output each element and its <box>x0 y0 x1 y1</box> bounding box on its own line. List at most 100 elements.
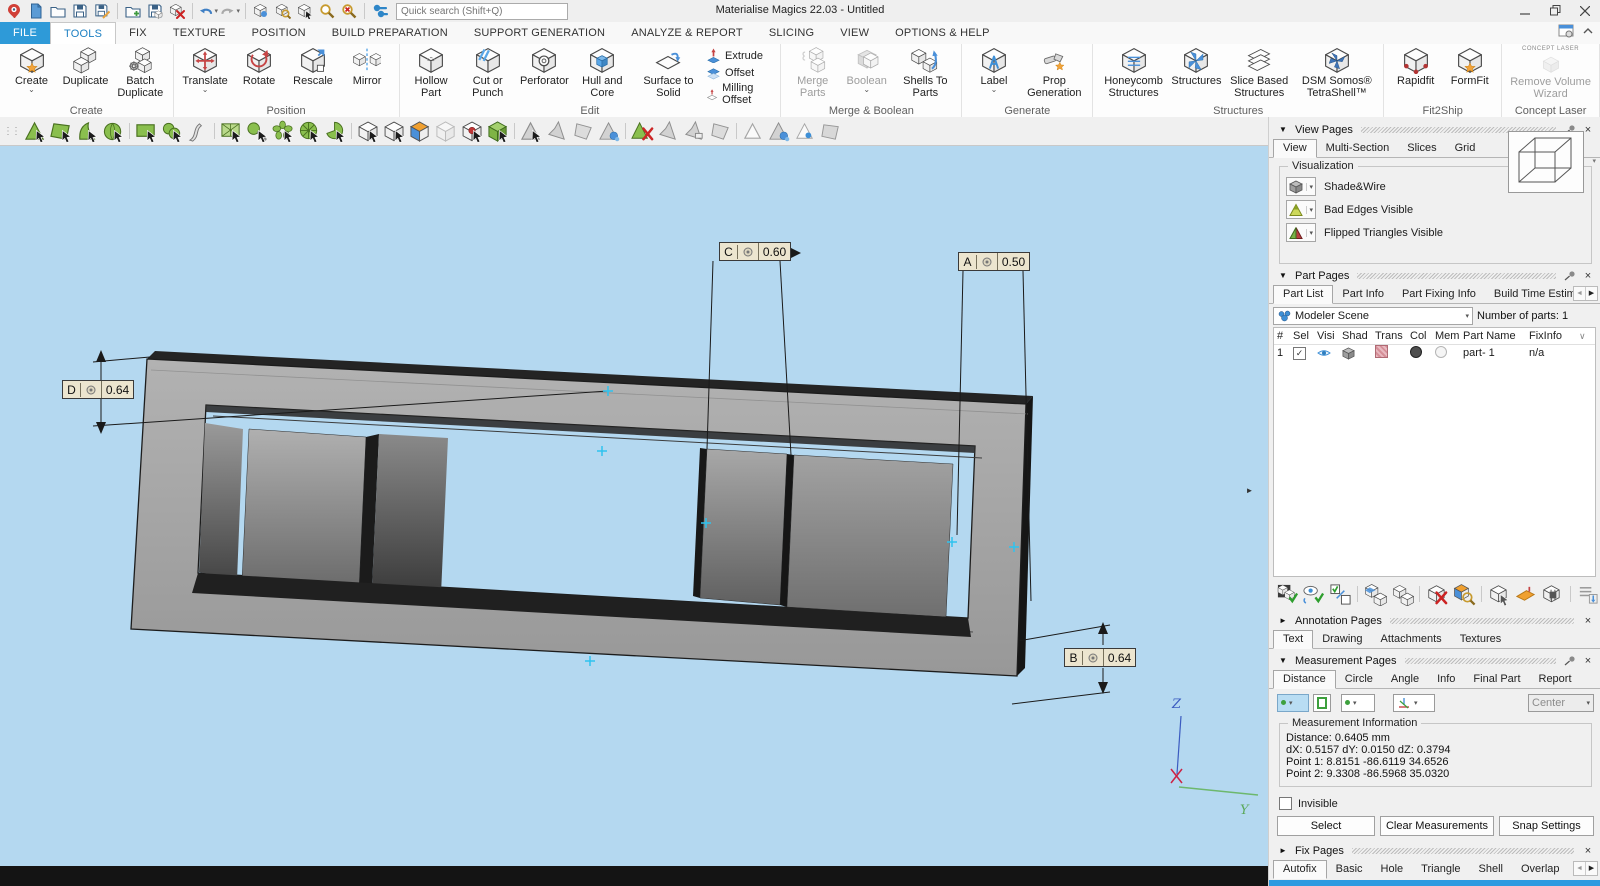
select-button[interactable]: Select <box>1277 816 1375 836</box>
visible-eye-icon[interactable] <box>1317 348 1342 358</box>
blue-marked-triangles-icon[interactable] <box>766 118 792 144</box>
dimension-label-b[interactable]: B 0.64 <box>1064 648 1136 667</box>
redo-icon[interactable]: ▾ <box>220 2 240 20</box>
invert-visibility-icon[interactable] <box>1301 582 1325 606</box>
tab-triangle[interactable]: Triangle <box>1412 861 1469 878</box>
window-mark-icon[interactable] <box>218 118 244 144</box>
tab-hole[interactable]: Hole <box>1372 861 1413 878</box>
milling-offset-button[interactable]: Milling Offset <box>706 82 773 106</box>
tab-slices[interactable]: Slices <box>1398 140 1445 157</box>
tab-info[interactable]: Info <box>1428 671 1464 688</box>
select-checkbox[interactable]: ✓ <box>1293 347 1306 360</box>
view-part-icon[interactable] <box>295 2 315 20</box>
tab-scroll-left-icon[interactable]: ◄ <box>1574 287 1586 300</box>
minimize-button[interactable] <box>1510 0 1540 21</box>
menu-position[interactable]: POSITION <box>239 22 319 44</box>
tab-drawing[interactable]: Drawing <box>1313 631 1371 648</box>
viewport-3d[interactable]: Z Y C 0.60 A 0.50 D 0.64 B <box>0 146 1268 866</box>
close-panel-icon[interactable]: × <box>1582 845 1594 857</box>
gray-quad-icon[interactable] <box>818 118 844 144</box>
snap-settings-button[interactable]: Snap Settings <box>1499 816 1594 836</box>
menu-fix[interactable]: FIX <box>116 22 160 44</box>
prop-generation-button[interactable]: Prop Generation <box>1021 45 1087 100</box>
perforator-button[interactable]: Perforator <box>518 45 571 88</box>
toolbar-drag-handle[interactable]: ⋮⋮ <box>3 126 19 137</box>
colored-cube-icon[interactable] <box>407 118 433 144</box>
label-button[interactable]: Label⌄ <box>967 45 1020 94</box>
tab-scroll-left-icon[interactable]: ◄ <box>1574 862 1586 875</box>
axis-snap-dropdown[interactable]: ▾ <box>1393 694 1435 712</box>
mirror-button[interactable]: Mirror <box>341 45 394 88</box>
brush-mark-icon[interactable] <box>244 118 270 144</box>
translate-button[interactable]: Translate⌄ <box>179 45 232 94</box>
tab-textures[interactable]: Textures <box>1451 631 1511 648</box>
tab-final-part[interactable]: Final Part <box>1464 671 1529 688</box>
zoom-part-icon[interactable] <box>251 2 271 20</box>
select-front-cube-icon[interactable] <box>381 118 407 144</box>
tab-overlap[interactable]: Overlap <box>1512 861 1569 878</box>
save-platform-icon[interactable] <box>145 2 165 20</box>
hull-and-core-button[interactable]: Hull and Core <box>572 45 633 100</box>
menu-view[interactable]: VIEW <box>827 22 882 44</box>
create-button[interactable]: Create⌄ <box>5 45 58 94</box>
honeycomb-structures-button[interactable]: Honeycomb Structures <box>1098 45 1169 100</box>
remove-volume-wizard-button[interactable]: CONCEPT LASER Remove Volume Wizard <box>1507 45 1594 101</box>
menu-build-preparation[interactable]: BUILD PREPARATION <box>319 22 461 44</box>
platform-icon[interactable] <box>1514 582 1538 606</box>
duplicate-button[interactable]: Duplicate <box>59 45 112 88</box>
tab-scroll-right-icon[interactable]: ▶ <box>1586 287 1597 300</box>
zoom-selection-icon[interactable] <box>273 2 293 20</box>
dimension-label-d[interactable]: D 0.64 <box>62 380 134 399</box>
structures-button[interactable]: Structures <box>1170 45 1223 88</box>
delete-part-icon[interactable] <box>1425 582 1449 606</box>
dimension-label-a[interactable]: A 0.50 <box>958 252 1030 271</box>
flipped-triangles-dropdown[interactable]: ▾ <box>1286 223 1316 242</box>
tab-part-info[interactable]: Part Info <box>1333 286 1393 303</box>
menu-texture[interactable]: TEXTURE <box>160 22 239 44</box>
rescale-button[interactable]: Rescale <box>287 45 340 88</box>
mark-plane-icon[interactable] <box>48 118 74 144</box>
select-through-cube-icon[interactable] <box>355 118 381 144</box>
tab-autofix[interactable]: Autofix <box>1273 860 1327 879</box>
second-point-dropdown[interactable]: ▾ <box>1341 694 1375 712</box>
part-name-cell[interactable]: part- 1 <box>1463 347 1529 359</box>
quick-settings-icon[interactable] <box>370 2 390 20</box>
collapse-panel-icon[interactable]: ► <box>1279 616 1289 625</box>
magics-home-icon[interactable] <box>4 2 24 20</box>
ellipse-mark-icon[interactable] <box>159 118 185 144</box>
rotate-button[interactable]: Rotate <box>233 45 286 88</box>
boolean-button[interactable]: Boolean⌄ <box>840 45 893 94</box>
mark-shell-icon[interactable] <box>100 118 126 144</box>
tab-angle[interactable]: Angle <box>1382 671 1428 688</box>
column-options-icon[interactable]: ∨ <box>1579 331 1591 342</box>
load-part-icon[interactable] <box>48 2 68 20</box>
tab-text[interactable]: Text <box>1273 630 1313 649</box>
part-table-row[interactable]: 1 ✓ part- 1 n/a <box>1274 345 1595 361</box>
merge-parts-icon[interactable] <box>1363 582 1387 606</box>
menu-support-generation[interactable]: SUPPORT GENERATION <box>461 22 618 44</box>
close-panel-icon[interactable]: × <box>1582 655 1594 667</box>
collapse-panel-icon[interactable]: ▼ <box>1279 271 1289 280</box>
part-report-icon[interactable] <box>1576 582 1600 606</box>
tab-build-time-estimation[interactable]: Build Time Estimation <box>1485 286 1587 303</box>
close-panel-icon[interactable]: × <box>1582 615 1594 627</box>
select-all-parts-icon[interactable] <box>1275 582 1299 606</box>
rectangle-mark-icon[interactable] <box>133 118 159 144</box>
zoom-in-icon[interactable] <box>317 2 337 20</box>
remove-part-icon[interactable] <box>167 2 187 20</box>
ghost-cube-icon[interactable] <box>433 118 459 144</box>
menu-options-help[interactable]: OPTIONS & HELP <box>882 22 1003 44</box>
color-icon[interactable] <box>1410 346 1435 361</box>
tab-part-fixing-info[interactable]: Part Fixing Info <box>1393 286 1485 303</box>
close-panel-icon[interactable]: × <box>1582 270 1594 282</box>
close-button[interactable] <box>1570 0 1600 21</box>
memory-info-icon[interactable] <box>1540 582 1564 606</box>
menu-tools[interactable]: TOOLS <box>50 22 116 44</box>
collapse-panel-icon[interactable]: ▼ <box>1279 656 1289 665</box>
bad-edges-dropdown[interactable]: ▾ <box>1286 200 1316 219</box>
cut-or-punch-button[interactable]: Cut or Punch <box>459 45 517 100</box>
dsm-somos-tetrashell-button[interactable]: DSM Somos® TetraShell™ <box>1295 45 1378 100</box>
zoom-to-part-icon[interactable] <box>1452 582 1476 606</box>
collapse-ribbon-icon[interactable] <box>1582 27 1594 35</box>
new-scene-icon[interactable] <box>26 2 46 20</box>
